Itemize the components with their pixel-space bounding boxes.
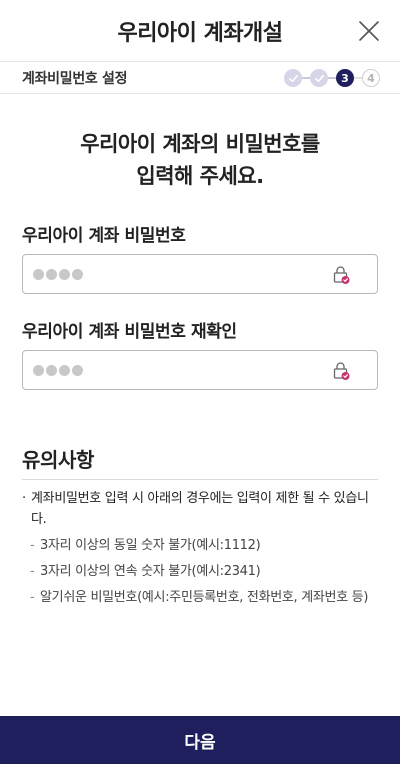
- mask-dot: [33, 268, 44, 280]
- step-connector: [328, 77, 336, 79]
- close-button[interactable]: [356, 18, 382, 44]
- step-1-done: [284, 69, 302, 87]
- headline-line-2: 입력해 주세요.: [136, 164, 264, 188]
- notice-title: 유의사항: [22, 448, 94, 472]
- notice-main-text: · 계좌비밀번호 입력 시 아래의 경우에는 입력이 제한 될 수 있습니다.: [22, 488, 378, 530]
- password-input[interactable]: [22, 254, 378, 294]
- mask-dot: [59, 268, 70, 280]
- check-icon: [314, 74, 324, 82]
- notice-item: - 3자리 이상의 연속 숫자 불가(예시:2341): [30, 561, 378, 582]
- step-progress-bar: 계좌비밀번호 설정 3 4: [0, 62, 400, 94]
- masked-password-dots: [33, 364, 83, 376]
- notice-divider: [22, 479, 378, 480]
- mask-dot: [72, 364, 83, 376]
- mask-dot: [59, 364, 70, 376]
- step-2-done: [310, 69, 328, 87]
- masked-password-dots: [33, 268, 83, 280]
- dash-icon: -: [30, 538, 35, 553]
- dash-icon: -: [30, 564, 35, 579]
- bullet-icon: ·: [22, 491, 26, 506]
- step-4-upcoming: 4: [362, 69, 380, 87]
- step-connector: [354, 77, 362, 79]
- secure-keypad-lock-icon: [333, 362, 350, 380]
- notice-item: - 알기쉬운 비밀번호(예시:주민등록번호, 전화번호, 계좌번호 등): [30, 587, 378, 608]
- dash-icon: -: [30, 590, 35, 605]
- password-confirm-field-label: 우리아이 계좌 비밀번호 재확인: [22, 322, 237, 342]
- next-button[interactable]: 다음: [0, 716, 400, 764]
- page-title: 우리아이 계좌개설: [117, 20, 283, 46]
- app-header: 우리아이 계좌개설: [0, 0, 400, 62]
- secure-keypad-lock-icon: [333, 266, 350, 284]
- step-indicator: 3 4: [284, 66, 380, 90]
- headline-line-1: 우리아이 계좌의 비밀번호를: [80, 132, 320, 156]
- mask-dot: [33, 364, 44, 376]
- close-icon: [359, 21, 379, 41]
- step-connector: [302, 77, 310, 79]
- mask-dot: [46, 364, 57, 376]
- step-3-current: 3: [336, 69, 354, 87]
- check-icon: [288, 74, 298, 82]
- password-confirm-input[interactable]: [22, 350, 378, 390]
- mask-dot: [46, 268, 57, 280]
- step-label: 계좌비밀번호 설정: [22, 70, 128, 87]
- password-field-label: 우리아이 계좌 비밀번호: [22, 226, 186, 246]
- instruction-headline: 우리아이 계좌의 비밀번호를 입력해 주세요.: [0, 128, 400, 192]
- mask-dot: [72, 268, 83, 280]
- notice-item: - 3자리 이상의 동일 숫자 불가(예시:1112): [30, 535, 378, 556]
